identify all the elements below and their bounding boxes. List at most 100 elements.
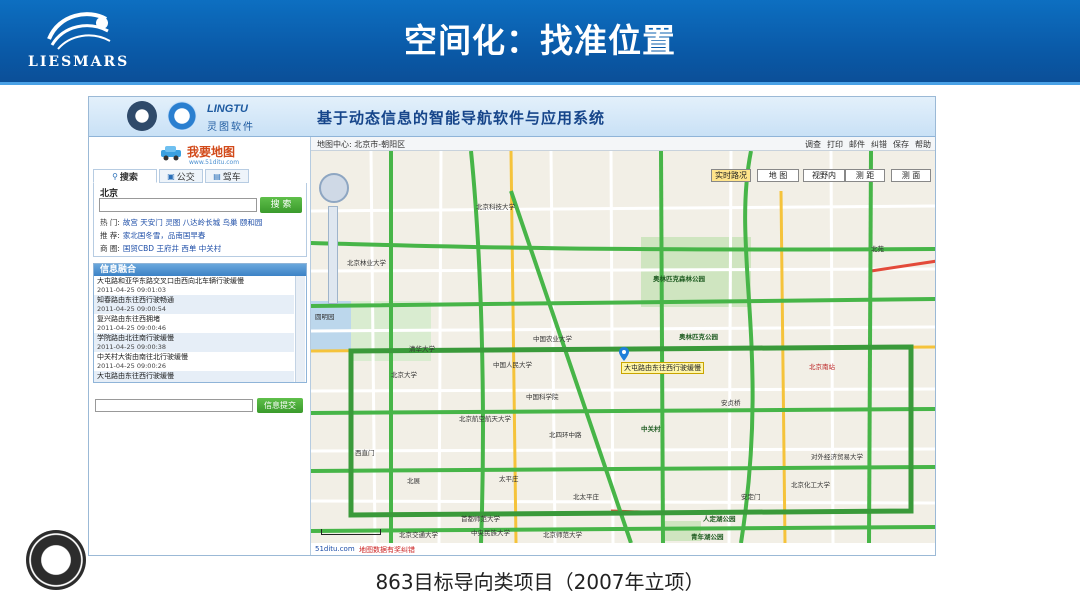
- map-toolbar-links: 调查 打印 邮件 纠错 保存 帮助: [805, 139, 931, 150]
- map-label: 对外经济贸易大学: [811, 453, 863, 461]
- news-title: 信息融合: [94, 264, 306, 276]
- search-button[interactable]: 搜 索: [260, 197, 302, 213]
- map-label: 北太平庄: [573, 493, 599, 501]
- footer-url[interactable]: 51ditu.com: [315, 545, 355, 553]
- map-label: 北京航空航天大学: [459, 415, 511, 423]
- map-label: 北展: [407, 477, 420, 485]
- tab-drive[interactable]: ▤ 驾车: [205, 169, 249, 183]
- scale-bar: [321, 529, 381, 535]
- survey-link[interactable]: 调查: [805, 139, 821, 150]
- news-text: 大屯路由东往西行驶缓慢: [97, 372, 174, 380]
- location-pin-icon[interactable]: [619, 347, 629, 361]
- news-time: 2011-04-25 09:00:46: [97, 324, 167, 332]
- pan-control-icon[interactable]: [319, 173, 349, 203]
- footer-notice[interactable]: 地图数据有奖纠错: [359, 545, 415, 555]
- measure-distance-button[interactable]: 测 距: [845, 169, 885, 182]
- university-seal-icon: [26, 530, 86, 590]
- map-label: 北京师范大学: [543, 531, 582, 539]
- map-footer: 51ditu.com 地图数据有奖纠错: [311, 543, 935, 555]
- tab-bus[interactable]: ▣ 公交: [159, 169, 203, 183]
- map-center-label: 地图中心: 北京市-朝阳区: [317, 140, 406, 149]
- left-brand: 我要地图: [187, 145, 236, 159]
- map-label: 中国科学院: [526, 393, 559, 401]
- tab-search[interactable]: ⚲ 搜索: [93, 169, 157, 183]
- slide: LIESMARS 空间化：找准位置 LINGTU 灵图软件 基于动态信息的智能导…: [0, 0, 1080, 608]
- business-links[interactable]: 国贸CBD 王府井 西单 中关村: [123, 244, 221, 253]
- map-label: 首都师范大学: [461, 515, 500, 523]
- map-label: 安定门: [741, 493, 761, 501]
- map-toolbar: 地图中心: 北京市-朝阳区 调查 打印 邮件 纠错 保存 帮助: [311, 137, 935, 151]
- correct-link[interactable]: 纠错: [871, 139, 887, 150]
- car-small-icon: ▤: [213, 171, 221, 181]
- app-brand: LINGTU: [207, 103, 248, 115]
- tab-bus-label: 公交: [176, 172, 195, 183]
- map-label: 中国农业大学: [533, 335, 572, 343]
- help-link[interactable]: 帮助: [915, 139, 931, 150]
- car-icon: [161, 146, 181, 161]
- news-list: 大屯路和亚华东路交叉口由西向北车辆行驶缓慢 2011-04-25 09:01:0…: [94, 276, 294, 382]
- map-label: 中国人民大学: [493, 361, 532, 369]
- slide-title: 空间化：找准位置: [404, 21, 676, 60]
- slide-header: LIESMARS 空间化：找准位置: [0, 0, 1080, 82]
- map-label: 北京科技大学: [476, 203, 515, 211]
- news-text: 复兴路由东往西拥堵: [97, 315, 160, 323]
- save-link[interactable]: 保存: [893, 139, 909, 150]
- app-title: 基于动态信息的智能导航软件与应用系统: [317, 109, 606, 127]
- recommend-label: 推 荐:: [100, 231, 120, 240]
- map-label: 北京林业大学: [347, 259, 386, 267]
- news-text: 中关村大街由南往北行驶缓慢: [97, 353, 188, 361]
- search-input[interactable]: [99, 198, 257, 212]
- list-item[interactable]: 中关村大街由南往北行驶缓慢 2011-04-25 09:00:26: [94, 352, 294, 371]
- print-link[interactable]: 打印: [827, 139, 843, 150]
- recommend-row: 推 荐: 家北国冬雪，品南国早春: [100, 230, 205, 241]
- list-item[interactable]: 学院路由北往南行驶缓慢 2011-04-25 09:00:38: [94, 333, 294, 352]
- hot-row: 热 门: 故宫 天安门 灵图 八达岭长城 鸟巢 颐和园: [100, 217, 262, 228]
- map-label: 奥林匹克森林公园: [653, 275, 705, 283]
- app-brand-sub: 灵图软件: [207, 122, 255, 133]
- business-label: 商 圈:: [100, 244, 120, 253]
- map-label: 人定湖公园: [703, 515, 736, 523]
- tab-drive-label: 驾车: [222, 172, 241, 183]
- map-canvas[interactable]: 实时路况 地 图 视野内 测 距 测 面 北京科技大学 奥林匹克森林公园 奥林匹…: [311, 151, 935, 543]
- search-area: 北京 搜 索 热 门: 故宫 天安门 灵图 八达岭长城 鸟巢 颐和园 推 荐: 家北…: [93, 183, 307, 257]
- mail-link[interactable]: 邮件: [849, 139, 865, 150]
- list-item[interactable]: 大屯路由东往西行驶缓慢: [94, 371, 294, 382]
- list-item[interactable]: 复兴路由东往西拥堵 2011-04-25 09:00:46: [94, 314, 294, 333]
- map-label: 北四环中路: [549, 431, 582, 439]
- view-button[interactable]: 视野内: [803, 169, 845, 182]
- feedback-input[interactable]: [95, 399, 253, 412]
- map-label: 北京南站: [809, 363, 835, 371]
- map-label: 北京化工大学: [791, 481, 830, 489]
- map-label: 中关村: [641, 425, 661, 433]
- business-row: 商 圈: 国贸CBD 王府井 西单 中关村: [100, 243, 221, 254]
- map-label: 太平庄: [499, 475, 519, 483]
- slide-caption: 863目标导向类项目（2007年立项）: [375, 570, 705, 594]
- university-emblem-icon: [127, 101, 157, 131]
- feedback-button[interactable]: 信息提交: [257, 398, 303, 413]
- measure-area-button[interactable]: 测 面: [891, 169, 931, 182]
- map-area: 地图中心: 北京市-朝阳区 调查 打印 邮件 纠错 保存 帮助 实时路况 地 图…: [311, 137, 935, 555]
- list-item[interactable]: 知春路由东往西行驶畅通 2011-04-25 09:00:54: [94, 295, 294, 314]
- search-icon: ⚲: [112, 171, 118, 181]
- map-label: 青年湖公园: [691, 533, 724, 541]
- pin-label[interactable]: 大屯路由东往西行驶缓慢: [621, 362, 704, 374]
- map-label: 中央民族大学: [471, 529, 510, 537]
- map-label: 圆明园: [315, 313, 335, 321]
- traffic-button[interactable]: 实时路况: [711, 169, 751, 182]
- list-item[interactable]: 大屯路和亚华东路交叉口由西向北车辆行驶缓慢 2011-04-25 09:01:0…: [94, 276, 294, 295]
- news-time: 2011-04-25 09:00:38: [97, 343, 167, 351]
- map-label: 奥林匹克公园: [679, 333, 718, 341]
- map-label: 北京交通大学: [399, 531, 438, 539]
- tab-search-label: 搜索: [119, 172, 138, 183]
- app-window: LINGTU 灵图软件 基于动态信息的智能导航软件与应用系统 我要地图 www.…: [88, 96, 936, 556]
- lingtu-emblem-icon: [167, 101, 197, 131]
- map-label: 北京大学: [391, 371, 417, 379]
- news-scrollbar[interactable]: [295, 276, 305, 382]
- hot-links[interactable]: 故宫 天安门 灵图 八达岭长城 鸟巢 颐和园: [123, 218, 262, 227]
- map-mode-button[interactable]: 地 图: [757, 169, 799, 182]
- recommend-links[interactable]: 家北国冬雪，品南国早春: [123, 231, 206, 240]
- left-brand-url: www.51ditu.com: [189, 159, 240, 166]
- map-label: 清华大学: [409, 345, 435, 353]
- zoom-slider[interactable]: [328, 206, 338, 304]
- app-banner: LINGTU 灵图软件 基于动态信息的智能导航软件与应用系统: [89, 97, 935, 137]
